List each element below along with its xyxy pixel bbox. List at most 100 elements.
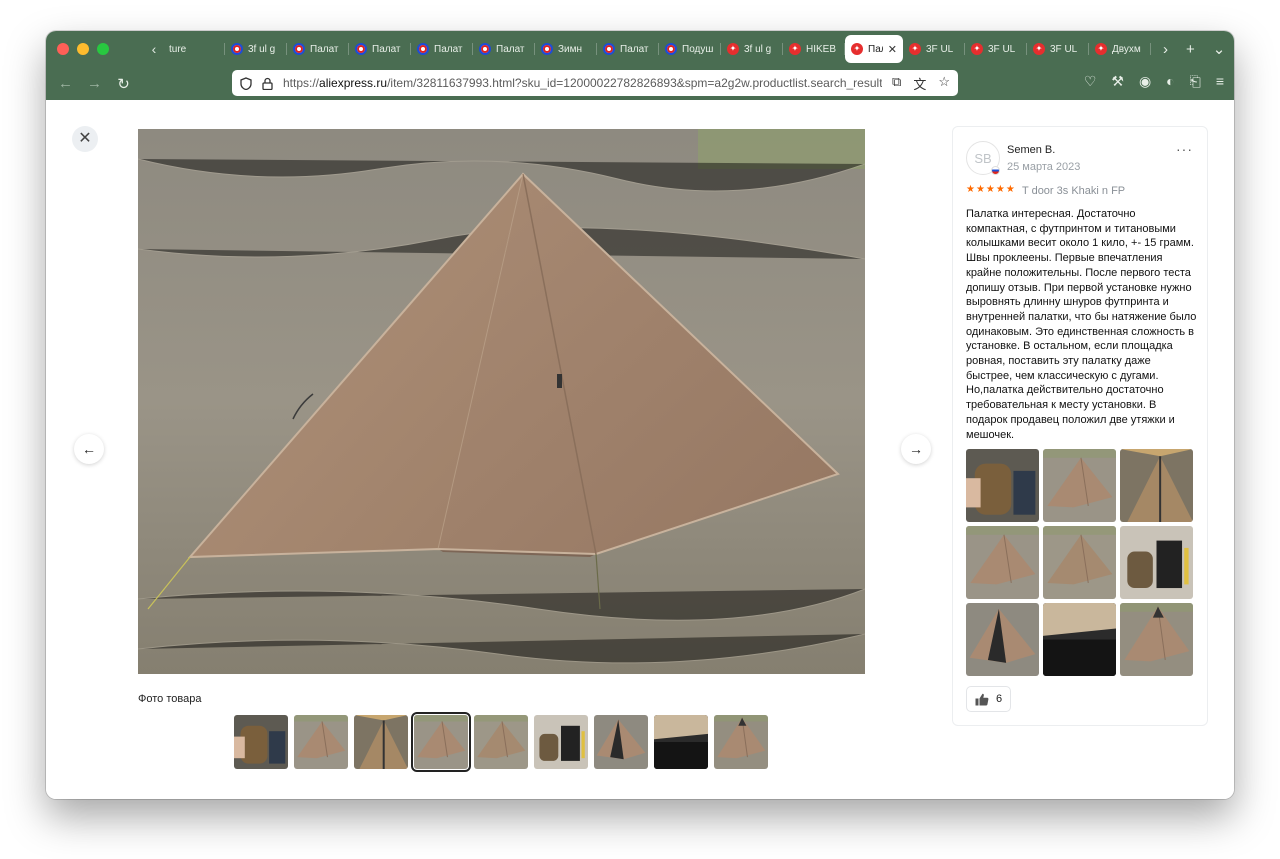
gallery-thumbnail-selected[interactable] — [411, 712, 471, 772]
translate-icon[interactable]: 文 — [913, 74, 926, 93]
new-tab-icon[interactable]: + — [1186, 41, 1195, 58]
gallery-thumbnail[interactable] — [234, 715, 288, 769]
url-text[interactable]: https://aliexpress.ru/item/32811637993.h… — [283, 76, 882, 90]
tab[interactable]: Палат — [287, 35, 349, 63]
review-photo[interactable] — [1043, 449, 1116, 522]
wrench-icon[interactable]: ⚒ — [1111, 73, 1124, 90]
tab-list-chevron-icon[interactable]: ⌄ — [1213, 40, 1226, 58]
tab[interactable]: ture — [163, 35, 225, 63]
review-date: 25 марта 2023 — [1007, 161, 1081, 173]
tab[interactable]: ✦ Двухм — [1089, 35, 1151, 63]
tab[interactable]: Палат — [349, 35, 411, 63]
product-variant: T door 3s Khaki n FP — [1022, 185, 1126, 197]
review-photo[interactable] — [1120, 526, 1193, 599]
close-window-button[interactable] — [57, 43, 69, 55]
tabs-scroll-left-icon[interactable]: ‹ — [147, 41, 161, 57]
url-path: /item/32811637993.html?sku_id=1200002278… — [387, 76, 883, 90]
picture-in-picture-icon[interactable]: ⧉ — [892, 74, 901, 93]
lock-icon[interactable] — [262, 77, 273, 90]
bookmark-star-icon[interactable]: ☆ — [938, 74, 950, 93]
tab[interactable]: ✦ 3f ul g — [721, 35, 783, 63]
like-button[interactable]: 6 — [966, 686, 1012, 712]
tab-active[interactable]: ✦ Пал ✕ — [845, 35, 903, 63]
address-bar-actions: ⧉ 文 ☆ — [892, 74, 950, 93]
like-count: 6 — [996, 693, 1003, 705]
shield-extension-icon[interactable]: ◐ — [1166, 73, 1174, 90]
rating-stars: ★★★★★ — [966, 184, 1016, 195]
tab-bar: ‹ ture 3f ul g Палат Палат Палат Палат Зимн Пал… — [46, 31, 1234, 67]
tab[interactable]: Подуш — [659, 35, 721, 63]
tab-label: Зимн — [558, 43, 583, 55]
gallery-thumbnail[interactable] — [654, 715, 708, 769]
tab[interactable]: ✦ HIKEB — [783, 35, 845, 63]
russia-flag-icon — [991, 166, 1000, 175]
previous-photo-button[interactable]: ← — [74, 434, 104, 464]
gallery-thumbnail[interactable] — [354, 715, 408, 769]
review-photo[interactable] — [1120, 603, 1193, 676]
back-arrow-icon[interactable]: ← — [51, 75, 80, 92]
review-card: SB Semen B. 25 марта 2023 ··· ★★★★★ T do… — [952, 126, 1208, 726]
tab[interactable]: Палат — [597, 35, 659, 63]
browser-window: ‹ ture 3f ul g Палат Палат Палат Палат Зимн Пал… — [46, 31, 1234, 799]
tab[interactable]: Палат — [411, 35, 473, 63]
url-domain: aliexpress.ru — [319, 76, 388, 90]
review-photo[interactable] — [1120, 449, 1193, 522]
close-viewer-button[interactable]: ✕ — [72, 126, 98, 152]
reload-icon[interactable]: ↻ — [109, 75, 138, 93]
close-tab-icon[interactable]: ✕ — [888, 43, 897, 56]
review-photo[interactable] — [1043, 603, 1116, 676]
tab[interactable]: ✦ 3F UL — [903, 35, 965, 63]
tab-label: 3F UL — [926, 43, 954, 55]
tent-photo — [138, 129, 865, 674]
tab[interactable]: ✦ 3F UL — [965, 35, 1027, 63]
more-options-icon[interactable]: ··· — [1176, 141, 1193, 157]
review-photo-viewer: ✕ ← → Фото товара SB Semen B. 25 марта 2… — [46, 100, 1234, 799]
gallery-thumbnails — [234, 712, 768, 772]
review-text: Палатка интересная. Достаточно компактна… — [966, 208, 1197, 441]
ozon-favicon-icon — [355, 43, 367, 55]
zoom-window-button[interactable] — [97, 43, 109, 55]
navigation-bar: ← → ↻ https://aliexpress.ru/item/3281163… — [46, 67, 1234, 100]
ozon-favicon-icon — [541, 43, 553, 55]
review-photo[interactable] — [966, 603, 1039, 676]
aliexpress-favicon-icon: ✦ — [1095, 43, 1107, 55]
aliexpress-favicon-icon: ✦ — [727, 43, 739, 55]
shield-icon[interactable] — [240, 76, 252, 90]
url-prefix: https:// — [283, 76, 320, 90]
ozon-favicon-icon — [293, 43, 305, 55]
menu-icon[interactable]: ≡ — [1216, 73, 1224, 90]
tab[interactable]: Зимн — [535, 35, 597, 63]
aliexpress-favicon-icon: ✦ — [789, 43, 801, 55]
pocket-icon[interactable]: ♡ — [1084, 73, 1097, 90]
gallery-thumbnail[interactable] — [294, 715, 348, 769]
aliexpress-favicon-icon: ✦ — [1033, 43, 1045, 55]
window-controls — [57, 43, 109, 55]
minimize-window-button[interactable] — [77, 43, 89, 55]
next-photo-button[interactable]: → — [901, 434, 931, 464]
gallery-thumbnail[interactable] — [474, 715, 528, 769]
gallery-thumbnail[interactable] — [714, 715, 768, 769]
tab-label: Двухм — [1112, 43, 1141, 55]
address-bar[interactable]: https://aliexpress.ru/item/32811637993.h… — [232, 70, 958, 96]
tab[interactable]: Палат — [473, 35, 535, 63]
forward-arrow-icon[interactable]: → — [80, 75, 109, 92]
review-photo[interactable] — [966, 526, 1039, 599]
gallery-thumbnail[interactable] — [594, 715, 648, 769]
tab-label: Палат — [496, 43, 525, 55]
review-photos — [966, 449, 1193, 676]
ozon-favicon-icon — [417, 43, 429, 55]
tabs-scroll-right-icon[interactable]: › — [1163, 41, 1168, 58]
account-icon[interactable]: ◉ — [1139, 73, 1151, 90]
tab[interactable]: 3f ul g — [225, 35, 287, 63]
tab-strip: ture 3f ul g Палат Палат Палат Палат Зимн Палат… — [163, 31, 1151, 67]
tab-label: HIKEB — [806, 43, 837, 55]
tab[interactable]: ✦ 3F UL — [1027, 35, 1089, 63]
review-photo[interactable] — [1043, 526, 1116, 599]
tab-label: Пал — [868, 43, 883, 55]
tab-controls: › + ⌄ — [1163, 40, 1226, 59]
tab-label: 3F UL — [1050, 43, 1078, 55]
gallery-thumbnail[interactable] — [534, 715, 588, 769]
review-photo[interactable] — [966, 449, 1039, 522]
ozon-favicon-icon — [603, 43, 615, 55]
extensions-icon[interactable]: ⎗ — [1190, 73, 1201, 90]
